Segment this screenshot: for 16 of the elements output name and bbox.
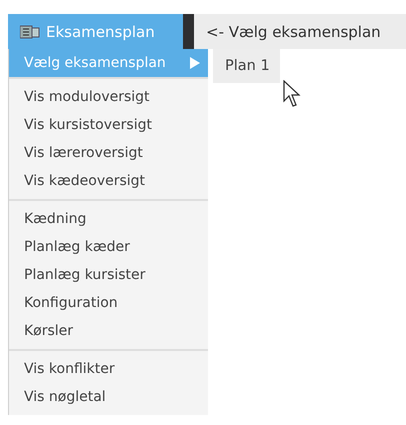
breadcrumb-link[interactable]: <- Vælg eksamensplan xyxy=(194,14,406,49)
menu-item[interactable]: Vis kursistoversigt xyxy=(9,111,208,139)
menu-item[interactable]: Vis moduloversigt xyxy=(9,83,208,111)
menu-item[interactable]: Vis nøgletal xyxy=(9,383,208,411)
mouse-pointer-icon xyxy=(283,80,301,108)
menu-item[interactable]: Kørsler xyxy=(9,317,208,345)
submenu-item[interactable]: Plan 1 xyxy=(213,52,280,80)
menu-item[interactable]: Vis læreroversigt xyxy=(9,139,208,167)
menu-item[interactable]: Vis konflikter xyxy=(9,355,208,383)
bar-separator xyxy=(183,14,194,49)
menu-item[interactable]: Konfiguration xyxy=(9,289,208,317)
submenu-arrow-icon xyxy=(190,57,200,69)
menu-item[interactable]: Planlæg kæder xyxy=(9,233,208,261)
menu-item[interactable]: Planlæg kursister xyxy=(9,261,208,289)
menu-item[interactable]: Vis kædeoversigt xyxy=(9,167,208,195)
menu-item[interactable]: Kædning xyxy=(9,205,208,233)
